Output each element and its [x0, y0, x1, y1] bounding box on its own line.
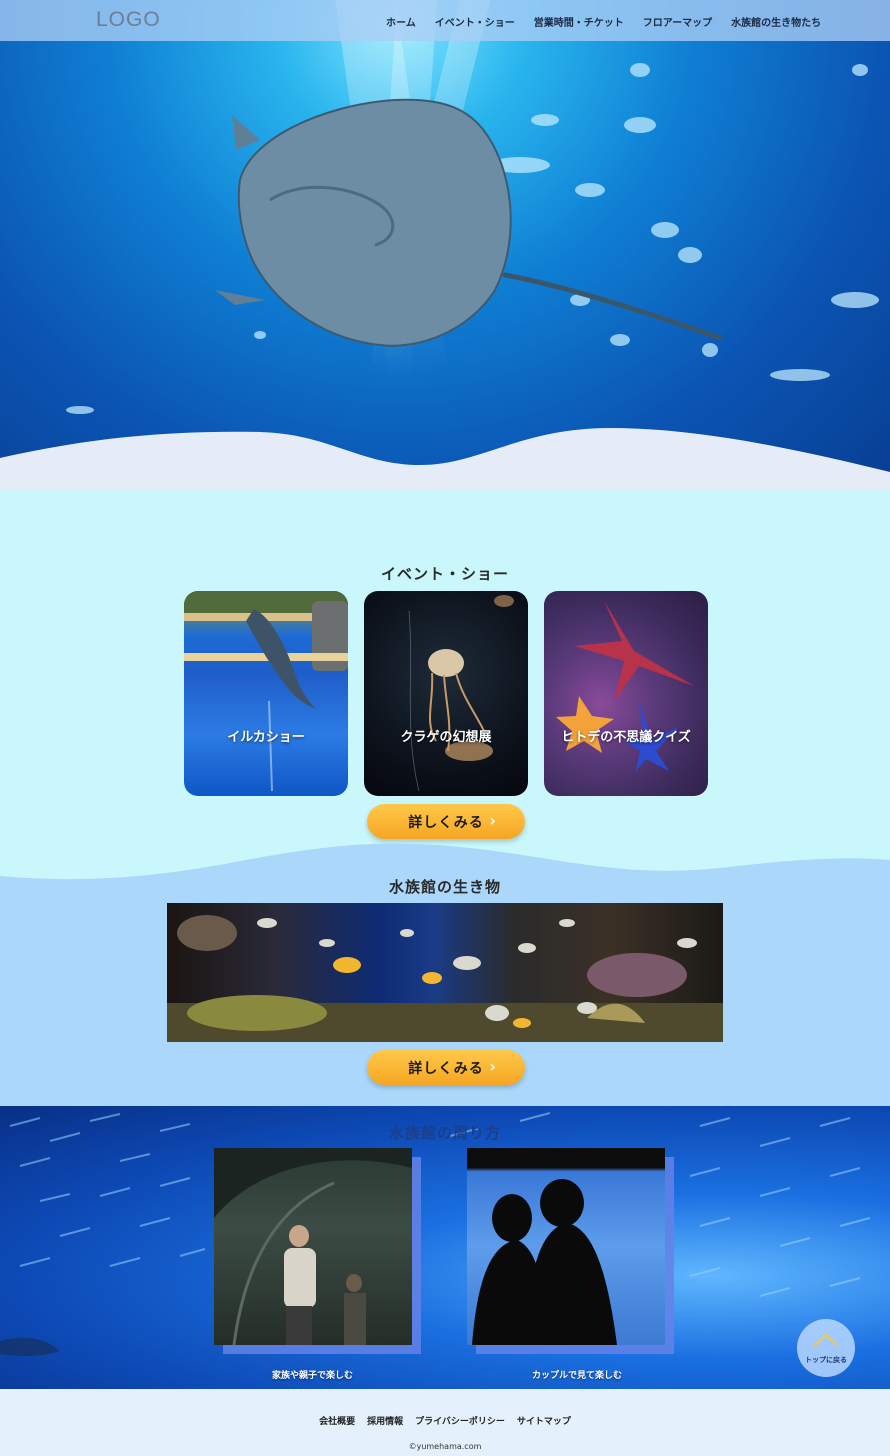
family-tunnel-image: [214, 1148, 412, 1345]
nav-home[interactable]: ホーム: [386, 14, 416, 29]
starfish-image: [556, 601, 694, 771]
event-card-dolphin-show[interactable]: イルカショー: [184, 591, 348, 796]
event-card-label: ヒトデの不思議クイズ: [561, 730, 691, 745]
back-to-top-label: トップに戻る: [805, 1356, 847, 1364]
back-to-top-button[interactable]: トップに戻る: [797, 1319, 855, 1377]
jellyfish-image: [408, 595, 514, 792]
event-card-jellyfish[interactable]: クラゲの幻想展: [364, 591, 528, 796]
event-card-label: イルカショー: [227, 730, 305, 745]
site-footer: 会社概要 採用情報 プライバシーポリシー サイトマップ ©yumehama.co…: [0, 1389, 890, 1456]
photo-couple: [467, 1148, 665, 1345]
more-button-label: 詳しくみる: [408, 814, 484, 831]
chevron-right-icon: ›: [489, 1057, 497, 1076]
nav-creatures[interactable]: 水族館の生き物たち: [731, 14, 821, 29]
event-card-label: クラゲの幻想展: [400, 730, 492, 745]
main-nav: ホーム イベント・ショー 営業時間・チケット フロアーマップ 水族館の生き物たち: [386, 14, 840, 29]
events-more-button[interactable]: 詳しくみる ›: [367, 804, 525, 839]
copyright: ©yumehama.com: [408, 1442, 482, 1451]
chevron-up-icon: [813, 1333, 839, 1347]
footer-link-privacy[interactable]: プライバシーポリシー: [415, 1414, 505, 1427]
photo-caption-family: 家族や親子で楽しむ: [272, 1371, 354, 1381]
event-cards: イルカショー クラゲの幻想展 ヒトデの不思議クイズ: [184, 591, 708, 796]
footer-link-sitemap[interactable]: サイトマップ: [517, 1414, 571, 1427]
photo-family: [214, 1148, 412, 1345]
how-to-enjoy-section: 水族館の周り方: [0, 1106, 890, 1389]
hero-banner: LOGO ホーム イベント・ショー 営業時間・チケット フロアーマップ 水族館の…: [0, 0, 890, 490]
site-logo[interactable]: LOGO: [96, 8, 161, 32]
how-to-title: 水族館の周り方: [388, 1124, 501, 1142]
footer-links: 会社概要 採用情報 プライバシーポリシー サイトマップ: [0, 1414, 890, 1427]
creatures-more-button[interactable]: 詳しくみる ›: [367, 1050, 525, 1085]
nav-hours-tickets[interactable]: 営業時間・チケット: [534, 14, 624, 29]
creatures-title: 水族館の生き物: [388, 878, 501, 896]
dolphin-image: [184, 591, 348, 792]
nav-events[interactable]: イベント・ショー: [435, 14, 515, 29]
photo-caption-couple: カップルで見て楽しむ: [532, 1371, 623, 1381]
reef-fish-image: [167, 915, 723, 1042]
couple-silhouette-image: [472, 1179, 617, 1345]
fish-school-background: [0, 1112, 871, 1357]
footer-link-careers[interactable]: 採用情報: [367, 1414, 403, 1427]
events-title: イベント・ショー: [380, 565, 509, 583]
nav-floor-map[interactable]: フロアーマップ: [643, 14, 712, 29]
footer-link-company[interactable]: 会社概要: [319, 1414, 355, 1427]
navbar: LOGO ホーム イベント・ショー 営業時間・チケット フロアーマップ 水族館の…: [0, 0, 890, 41]
chevron-right-icon: ›: [489, 811, 497, 830]
aquarium-creatures-image: [167, 903, 723, 1042]
event-card-starfish-quiz[interactable]: ヒトデの不思議クイズ: [544, 591, 708, 796]
more-button-label: 詳しくみる: [408, 1060, 484, 1077]
hero-wave-divider: [0, 428, 890, 490]
